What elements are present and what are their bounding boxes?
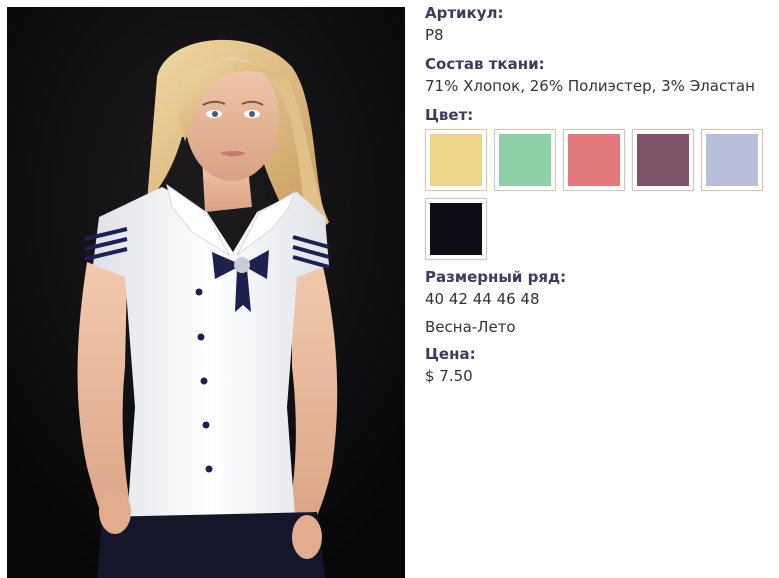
fabric-value: 71% Хлопок, 26% Полиэстер, 3% Эластан xyxy=(425,77,755,95)
sizes-label: Размерный ряд: xyxy=(425,268,567,286)
color-swatch-fill xyxy=(637,134,689,186)
color-swatch-yellow[interactable] xyxy=(425,129,487,191)
color-swatch-plum[interactable] xyxy=(632,129,694,191)
color-swatch-fill xyxy=(568,134,620,186)
product-photo xyxy=(7,7,405,578)
product-info: Артикул: P8 Состав ткани: 71% Хлопок, 26… xyxy=(425,3,775,387)
article-label: Артикул: xyxy=(425,4,504,22)
color-swatch-fill xyxy=(499,134,551,186)
color-swatch-black[interactable] xyxy=(425,198,487,260)
color-swatch-fill xyxy=(706,134,758,186)
color-swatch-fill xyxy=(430,134,482,186)
season-value: Весна-Лето xyxy=(425,318,516,336)
price-value: $ 7.50 xyxy=(425,367,473,385)
fabric-label: Состав ткани: xyxy=(425,55,545,73)
article-value: P8 xyxy=(425,26,444,44)
color-swatch-mint-green[interactable] xyxy=(494,129,556,191)
color-label: Цвет: xyxy=(425,106,474,124)
sizes-value: 40 42 44 46 48 xyxy=(425,290,540,308)
color-swatch-coral-pink[interactable] xyxy=(563,129,625,191)
price-label: Цена: xyxy=(425,345,476,363)
color-swatch-list xyxy=(425,129,779,267)
color-swatch-fill xyxy=(430,203,482,255)
color-swatch-lavender-grey[interactable] xyxy=(701,129,763,191)
